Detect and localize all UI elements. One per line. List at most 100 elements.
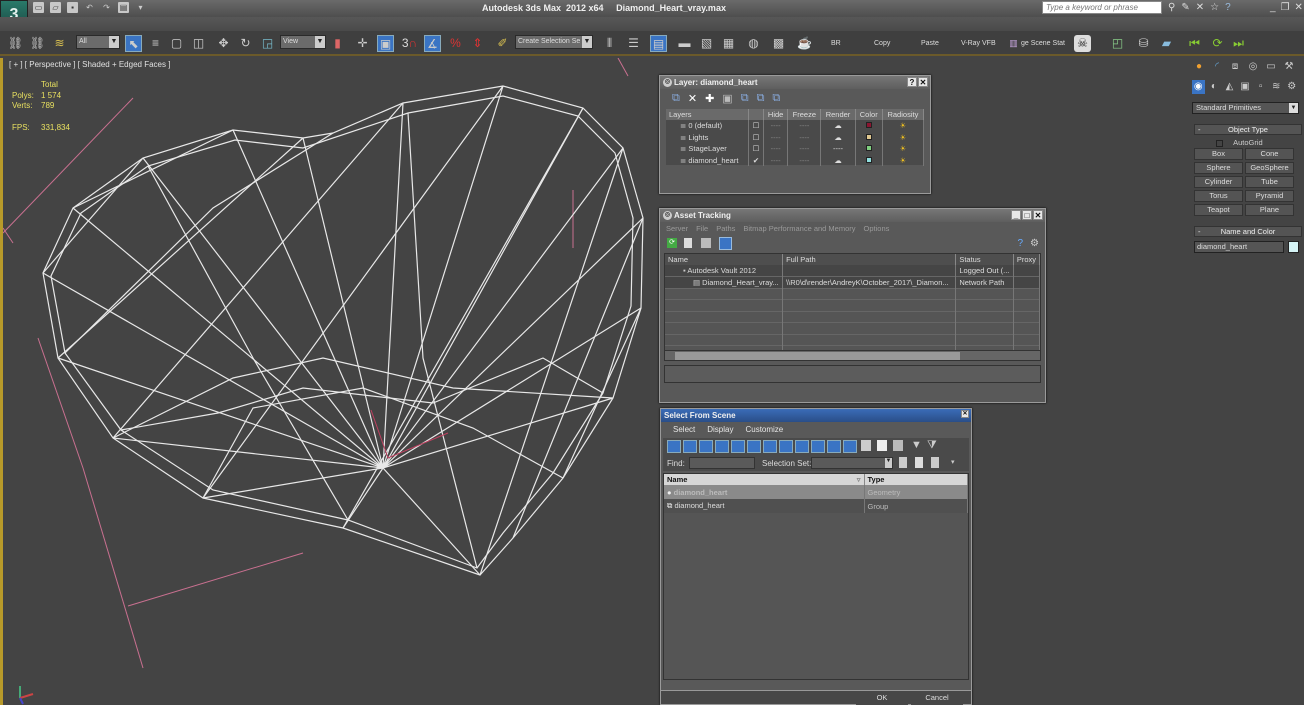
create-sphere-button[interactable]: Sphere (1194, 162, 1243, 174)
schematic-view-icon[interactable]: ▦ (720, 35, 737, 52)
current-layer-toggle[interactable]: ☐ (748, 143, 764, 155)
select-highlighted-icon[interactable]: ▣ (722, 92, 732, 106)
current-layer-toggle[interactable]: ☐ (748, 120, 764, 132)
render-production-icon[interactable]: ⏭ (1230, 35, 1247, 52)
layer-column-color[interactable]: Color (855, 109, 883, 120)
systems-icon[interactable]: ⚙ (1285, 80, 1298, 94)
object-type-rollout-header[interactable]: - Object Type (1194, 124, 1302, 135)
freeze-toggle[interactable]: ---- (787, 154, 822, 166)
asset-column-full-path[interactable]: Full Path (782, 254, 957, 265)
invert-display-icon[interactable] (893, 440, 903, 451)
filter-hidden-icon[interactable] (843, 440, 857, 453)
create-teapot-button[interactable]: Teapot (1194, 204, 1243, 216)
favorites-star-icon[interactable]: ☆ (1210, 2, 1219, 13)
selection-filter-dropdown[interactable]: All ▼ (76, 35, 120, 49)
cancel-button[interactable]: Cancel (911, 692, 963, 705)
radiosity-toggle[interactable]: ☀ (882, 143, 925, 155)
create-box-button[interactable]: Box (1194, 148, 1243, 160)
motion-tab-icon[interactable]: ◎ (1246, 60, 1260, 74)
layer-column-render[interactable]: Render (820, 109, 856, 120)
render-toggle[interactable]: ☁ (820, 120, 856, 132)
rendered-frame-window-icon[interactable]: ☕ (796, 35, 813, 52)
layer-color[interactable] (855, 154, 883, 166)
asset-column-name[interactable]: Name (665, 254, 784, 265)
layer-color[interactable] (855, 131, 883, 143)
create-geosphere-button[interactable]: GeoSphere (1245, 162, 1294, 174)
batch-render-icon[interactable]: ⛁ (1135, 35, 1152, 52)
render-iterative-icon[interactable]: ⟳ (1209, 35, 1226, 52)
subscription-icon[interactable]: ✎ (1181, 2, 1189, 13)
select-by-name-icon[interactable]: ≡ (147, 35, 164, 52)
scene-state-icon[interactable]: ▥ (1005, 35, 1022, 52)
open-file-icon[interactable]: ▱ (50, 2, 61, 13)
options-icon[interactable]: ⚙ (1030, 238, 1039, 249)
display-none-icon[interactable] (861, 440, 871, 451)
create-cylinder-button[interactable]: Cylinder (1194, 176, 1243, 188)
minimize-button[interactable]: _ (1011, 210, 1021, 220)
layer-name[interactable]: ≣ Lights (666, 131, 750, 143)
select-and-manipulate-icon[interactable]: ✛ (354, 35, 371, 52)
select-and-scale-icon[interactable]: ◲ (259, 35, 276, 52)
create-pyramid-button[interactable]: Pyramid (1245, 190, 1294, 202)
column-name[interactable]: Name ▿ (664, 474, 865, 485)
filter-bones-icon[interactable] (795, 440, 809, 453)
detail-view-icon[interactable] (701, 238, 711, 248)
asset-column-status[interactable]: Status (955, 254, 1014, 265)
radiosity-toggle[interactable]: ☀ (882, 120, 925, 132)
filter-icon[interactable]: ▿ (857, 475, 861, 484)
current-layer-toggle[interactable]: ☐ (748, 131, 764, 143)
named-selection-dropdown[interactable]: Create Selection Se ▼ (515, 35, 593, 49)
autogrid-checkbox[interactable]: AutoGrid (1216, 138, 1263, 147)
helpers-icon[interactable]: ▫ (1254, 80, 1267, 94)
layer-row[interactable]: ≣ Lights ☐ ---- ---- ☁ ☀ (666, 131, 925, 143)
graphite-ribbon-icon[interactable]: ▬ (676, 35, 693, 52)
hide-toggle[interactable]: ---- (763, 131, 789, 143)
rectangular-selection-icon[interactable]: ▢ (168, 35, 185, 52)
select-object-icon[interactable]: ⬉ (125, 35, 142, 52)
layer-column-freeze[interactable]: Freeze (787, 109, 822, 120)
layer-column-current[interactable] (748, 109, 764, 120)
filter-xrefs-icon[interactable] (779, 440, 793, 453)
display-all-icon[interactable] (877, 440, 887, 451)
radiosity-toggle[interactable]: ☀ (882, 131, 925, 143)
object-name-input[interactable]: diamond_heart (1194, 241, 1284, 253)
keyboard-shortcut-override-icon[interactable]: ▣ (377, 35, 394, 52)
filter-icon[interactable]: ▼ (911, 439, 922, 451)
scene-object-row[interactable]: ● diamond_heart Geometry (664, 485, 968, 499)
layer-name[interactable]: ≣ diamond_heart (666, 154, 750, 166)
object-name[interactable]: ● diamond_heart (664, 485, 865, 499)
layer-manager-icon[interactable]: ▤ (650, 35, 667, 52)
select-from-scene-titlebar[interactable]: Select From Scene ✕ (661, 409, 971, 422)
select-layer-objects-icon[interactable]: ⧉ (741, 92, 749, 106)
render-setup-icon[interactable]: ▩ (770, 35, 787, 52)
hierarchy-tab-icon[interactable]: ⧈ (1228, 60, 1242, 74)
help-search-input[interactable]: Type a keyword or phrase (1042, 1, 1162, 14)
create-plane-button[interactable]: Plane (1245, 204, 1294, 216)
layer-color[interactable] (855, 120, 883, 132)
cameras-icon[interactable]: ▣ (1239, 80, 1252, 94)
hide-unhide-all-icon[interactable]: ⧉ (757, 92, 765, 106)
help-icon[interactable]: ? (1225, 2, 1231, 13)
project-folder-icon[interactable]: ▤ (118, 2, 129, 13)
primitive-category-dropdown[interactable]: Standard Primitives ▼ (1192, 102, 1299, 114)
angle-snap-icon[interactable]: ∡ (424, 35, 441, 52)
refresh-icon[interactable]: ⟳ (667, 238, 677, 248)
freeze-unfreeze-all-icon[interactable]: ⧉ (772, 92, 780, 106)
minimize-button[interactable]: _ (1270, 2, 1276, 13)
paste-button[interactable]: Paste (921, 40, 939, 47)
asset-menu-file[interactable]: File (696, 224, 708, 233)
horizontal-scrollbar[interactable] (665, 350, 1040, 360)
filter-frozen-icon[interactable] (827, 440, 841, 453)
asset-tracking-titlebar[interactable]: ◎ Asset Tracking _ □ ✕ (660, 209, 1045, 222)
render-previous-icon[interactable]: ⏮ (1186, 35, 1203, 52)
freeze-toggle[interactable]: ---- (787, 120, 822, 132)
edit-named-selection-icon[interactable]: ✐ (494, 35, 511, 52)
align-icon[interactable]: ☰ (625, 35, 642, 52)
snaps-toggle-icon[interactable]: 3∩ (401, 35, 418, 52)
object-name[interactable]: ⧉ diamond_heart (664, 499, 865, 513)
find-input[interactable] (689, 457, 755, 469)
toolbar-overflow-icon[interactable]: ▾ (951, 458, 955, 466)
display-tab-icon[interactable]: ▭ (1264, 60, 1278, 74)
restore-button[interactable]: ❐ (1281, 2, 1290, 13)
render-toggle[interactable]: ☁ (820, 131, 856, 143)
